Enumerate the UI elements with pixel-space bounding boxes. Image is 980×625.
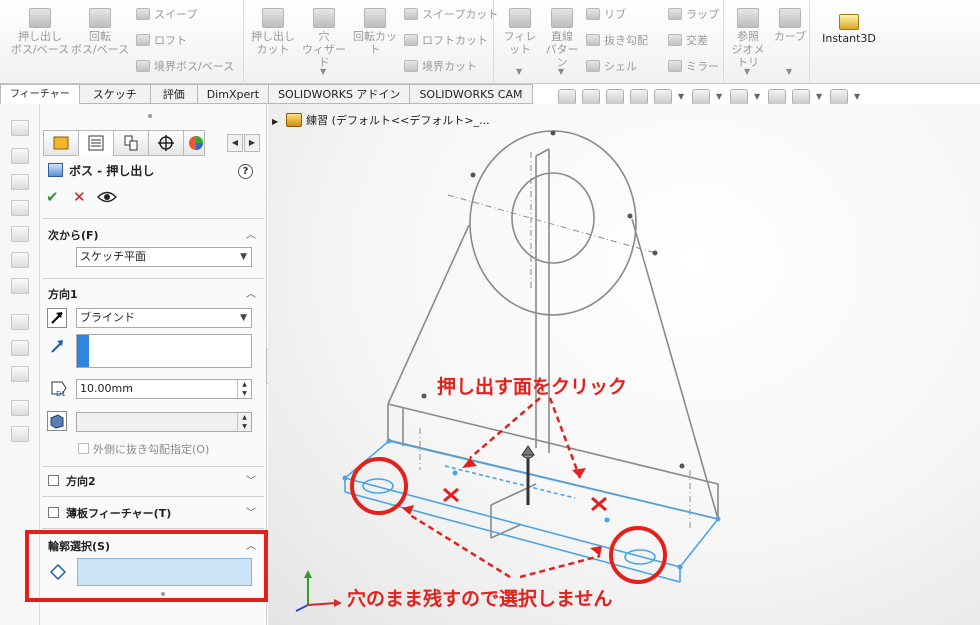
sketch-points	[421, 130, 685, 469]
red-arrowheads	[402, 458, 602, 556]
construction-lines	[419, 152, 691, 528]
selected-profile	[344, 440, 720, 583]
callout-keep-holes: 穴のまま残すので選択しません	[347, 588, 613, 610]
model-graphics	[295, 130, 721, 612]
model-wireframe	[387, 130, 719, 539]
red-annotation-marks	[350, 397, 667, 584]
callout-click-face: 押し出す面をクリック	[437, 376, 628, 398]
triad-axes-icon	[295, 570, 342, 612]
